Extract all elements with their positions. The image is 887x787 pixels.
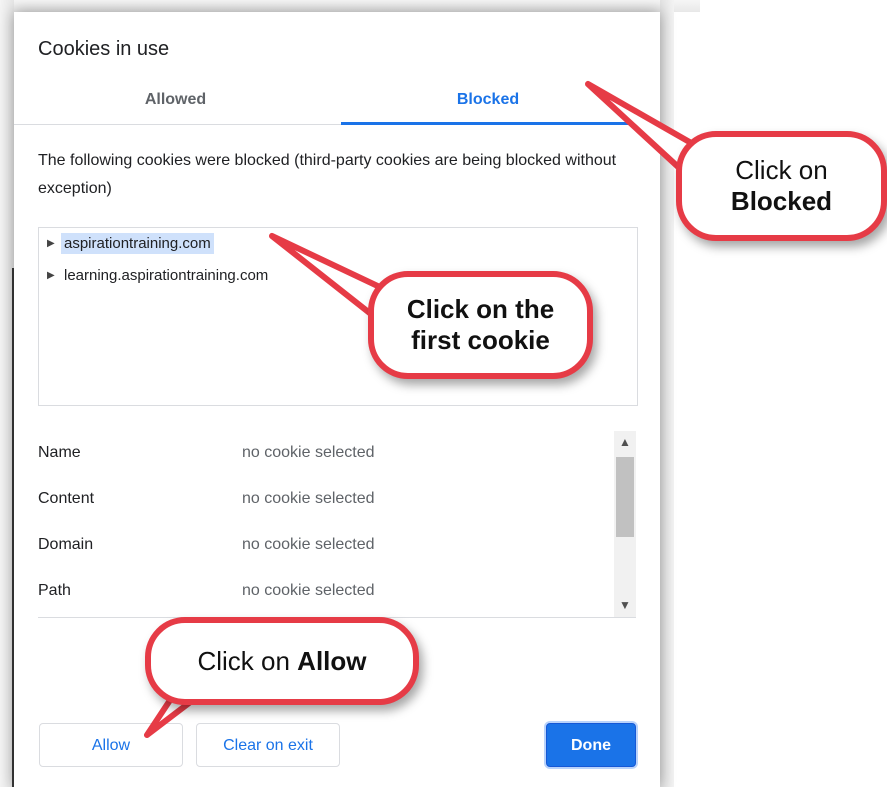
callout-text: first cookie: [411, 325, 550, 355]
callout-click-allow: Click on Allow: [145, 617, 419, 705]
callout-text: Click on: [735, 155, 828, 185]
callout-text-bold: Allow: [297, 646, 367, 676]
callout-text-bold: Blocked: [730, 186, 833, 216]
callout-click-blocked: Click on Blocked: [676, 131, 887, 241]
callout-tails: [144, 81, 703, 738]
callout-text: Click on the: [406, 294, 555, 324]
callout-click-first-cookie: Click on the first cookie: [368, 271, 593, 379]
callout-text: Click on: [197, 646, 298, 676]
